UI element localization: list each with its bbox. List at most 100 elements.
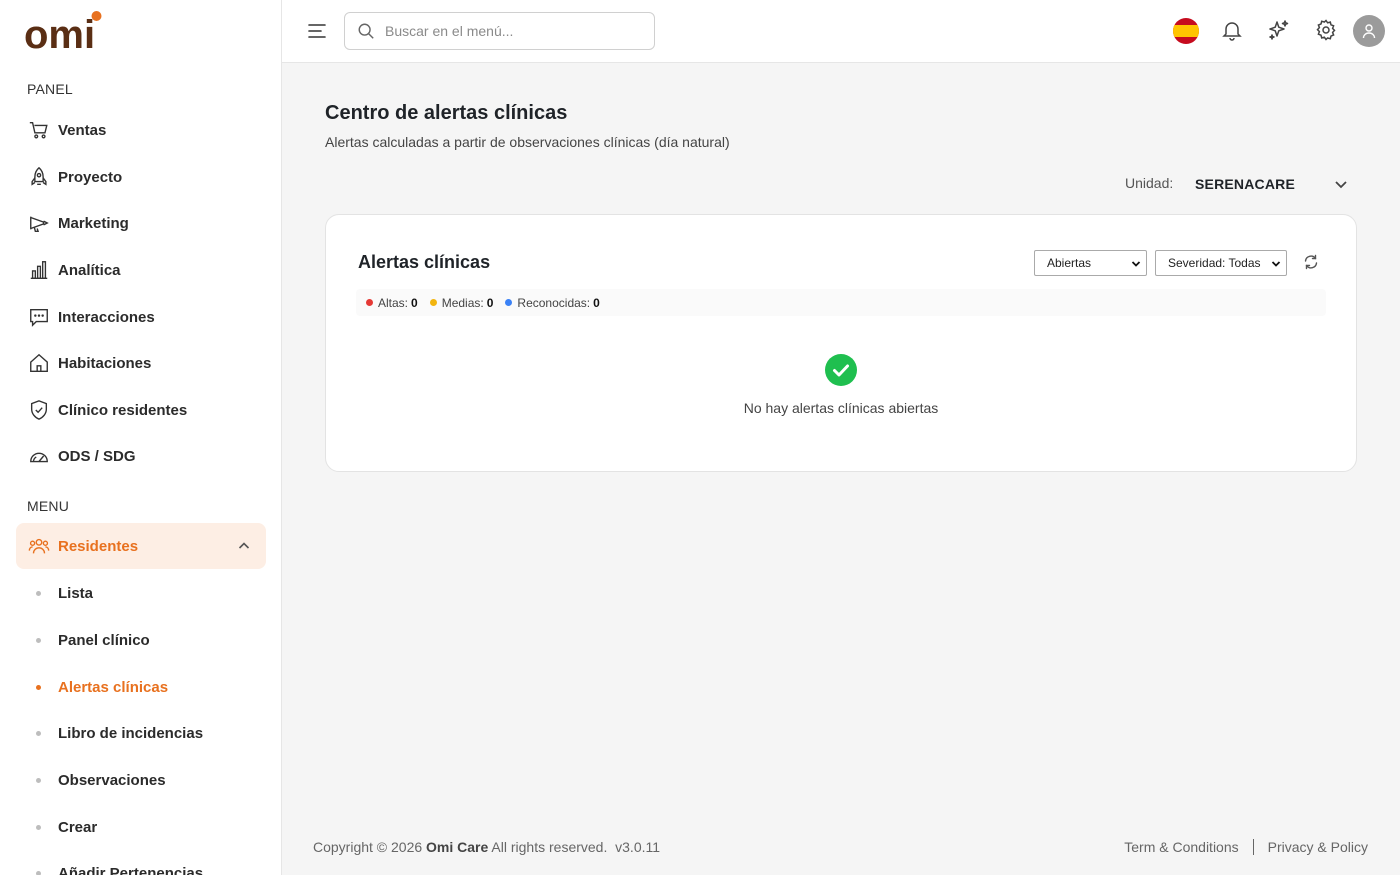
sidebar-subitem-panel-clinico[interactable]: Panel clínico — [16, 617, 266, 663]
bullet-dot — [36, 777, 41, 783]
sidebar-item-label: Marketing — [58, 214, 129, 232]
gauge-icon — [27, 444, 51, 468]
footer-links: Term & Conditions Privacy & Policy — [1124, 839, 1368, 855]
search-box[interactable] — [344, 12, 655, 50]
unit-label: Unidad: — [1125, 175, 1174, 191]
chevron-up-icon[interactable] — [236, 538, 252, 554]
stat-label: Altas: — [378, 295, 409, 310]
top-bar — [282, 0, 1400, 63]
bullet-dot — [36, 730, 41, 736]
empty-state-message: No hay alertas clínicas abiertas — [743, 400, 939, 416]
bullet-dot — [36, 637, 41, 643]
sidebar-subitem-label: Panel clínico — [58, 631, 150, 649]
sidebar-item-label: Ventas — [58, 121, 107, 139]
alerts-card: Alertas clínicas Abiertas Severidad: Tod… — [325, 214, 1357, 472]
status-filter-select[interactable]: Abiertas — [1034, 250, 1147, 276]
sidebar: omi PANEL Ventas Proyecto Marketing Anal… — [0, 0, 282, 875]
sidebar-item-label: ODS / SDG — [58, 447, 136, 465]
yellow-dot — [429, 299, 437, 306]
rights-text: All rights reserved. — [491, 839, 608, 855]
stat-altas: Altas: 0 — [366, 296, 418, 310]
user-icon — [1362, 24, 1376, 39]
sidebar-subitem-alertas-clinicas[interactable]: Alertas clínicas — [16, 664, 266, 710]
stat-value: 0 — [486, 295, 494, 310]
panel-section-label: PANEL — [27, 81, 73, 97]
sidebar-subitem-label: Alertas clínicas — [58, 678, 169, 696]
bar-chart-icon — [27, 258, 51, 282]
severity-filter-value: Severidad: Todas — [1168, 256, 1261, 270]
sidebar-subitem-label: Libro de incidencias — [58, 724, 204, 742]
sidebar-item-ventas[interactable]: Ventas — [16, 107, 266, 153]
search-icon — [358, 23, 374, 39]
chevron-down-icon — [1335, 181, 1347, 189]
blue-dot — [505, 299, 513, 306]
stat-value: 0 — [593, 295, 600, 310]
users-icon — [27, 534, 51, 558]
unit-select[interactable]: SERENACARE — [1195, 170, 1355, 198]
severity-filter-select[interactable]: Severidad: Todas — [1155, 250, 1287, 276]
sidebar-subitem-label: Observaciones — [58, 771, 166, 789]
page-title: Centro de alertas clínicas — [325, 102, 568, 124]
privacy-link[interactable]: Privacy & Policy — [1268, 839, 1368, 855]
stat-value: 0 — [411, 295, 418, 310]
sidebar-subitem-label: Lista — [58, 584, 94, 602]
home-icon — [27, 351, 51, 375]
sidebar-item-label: Analítica — [58, 261, 121, 279]
version-text: v3.0.11 — [615, 839, 661, 855]
sidebar-item-residentes[interactable]: Residentes — [16, 523, 266, 569]
unit-select-value: SERENACARE — [1195, 176, 1296, 192]
sidebar-item-label: Interacciones — [58, 308, 155, 326]
omi-logo[interactable]: omi — [24, 10, 104, 57]
sidebar-item-label: Proyecto — [58, 168, 123, 186]
stat-label: Reconocidas: — [517, 295, 591, 310]
sidebar-item-habitaciones[interactable]: Habitaciones — [16, 340, 266, 386]
check-circle-icon — [825, 354, 857, 386]
red-dot — [366, 299, 373, 306]
sidebar-subitem-anadir-pertenencias[interactable]: Añadir Pertenencias — [16, 850, 266, 875]
bullet-dot — [36, 684, 41, 690]
avatar[interactable] — [1353, 15, 1385, 47]
refresh-icon[interactable] — [1302, 253, 1320, 271]
card-title: Alertas clínicas — [358, 252, 491, 272]
chevron-down-icon — [1131, 261, 1141, 267]
spain-flag-icon[interactable] — [1173, 18, 1199, 44]
status-filter-value: Abiertas — [1047, 256, 1092, 270]
bullet-dot — [36, 870, 41, 875]
footer-divider — [1252, 839, 1254, 855]
bullet-dot — [36, 590, 41, 596]
sidebar-item-label: Clínico residentes — [58, 401, 188, 419]
sidebar-item-analitica[interactable]: Analítica — [16, 247, 266, 293]
footer-copyright: Copyright © 2026 Omi Care All rights res… — [313, 839, 660, 855]
sidebar-item-label: Residentes — [58, 537, 139, 555]
bell-icon[interactable] — [1219, 17, 1245, 43]
sidebar-item-marketing[interactable]: Marketing — [16, 200, 266, 246]
hamburger-menu-icon[interactable] — [306, 20, 328, 42]
terms-link[interactable]: Term & Conditions — [1124, 839, 1238, 855]
alert-stats-bar: Altas: 0 Medias: 0 Reconocidas: 0 — [356, 289, 1326, 316]
shield-check-icon — [27, 398, 51, 422]
sidebar-subitem-lista[interactable]: Lista — [16, 570, 266, 616]
sparkles-icon[interactable] — [1266, 17, 1292, 43]
search-input[interactable] — [385, 23, 635, 39]
page-subtitle: Alertas calculadas a partir de observaci… — [325, 134, 730, 150]
chevron-down-icon — [1271, 261, 1281, 267]
chat-icon — [27, 305, 51, 329]
bullet-dot — [36, 824, 41, 830]
sidebar-item-ods-sdg[interactable]: ODS / SDG — [16, 433, 266, 479]
sidebar-item-clinico-residentes[interactable]: Clínico residentes — [16, 387, 266, 433]
svg-text:omi: omi — [24, 13, 95, 52]
sidebar-subitem-libro-incidencias[interactable]: Libro de incidencias — [16, 710, 266, 756]
sidebar-subitem-label: Añadir Pertenencias — [58, 864, 204, 875]
gear-icon[interactable] — [1313, 17, 1339, 43]
sidebar-item-interacciones[interactable]: Interacciones — [16, 294, 266, 340]
sidebar-subitem-crear[interactable]: Crear — [16, 804, 266, 850]
company-name: Omi Care — [426, 839, 489, 855]
copyright-prefix: Copyright © 2026 — [313, 839, 423, 855]
sidebar-item-label: Habitaciones — [58, 354, 152, 372]
stat-medias: Medias: 0 — [429, 295, 494, 310]
cart-icon — [27, 118, 51, 142]
sidebar-item-proyecto[interactable]: Proyecto — [16, 154, 266, 200]
megaphone-icon — [27, 211, 51, 235]
rocket-icon — [27, 165, 51, 189]
sidebar-subitem-observaciones[interactable]: Observaciones — [16, 757, 266, 803]
